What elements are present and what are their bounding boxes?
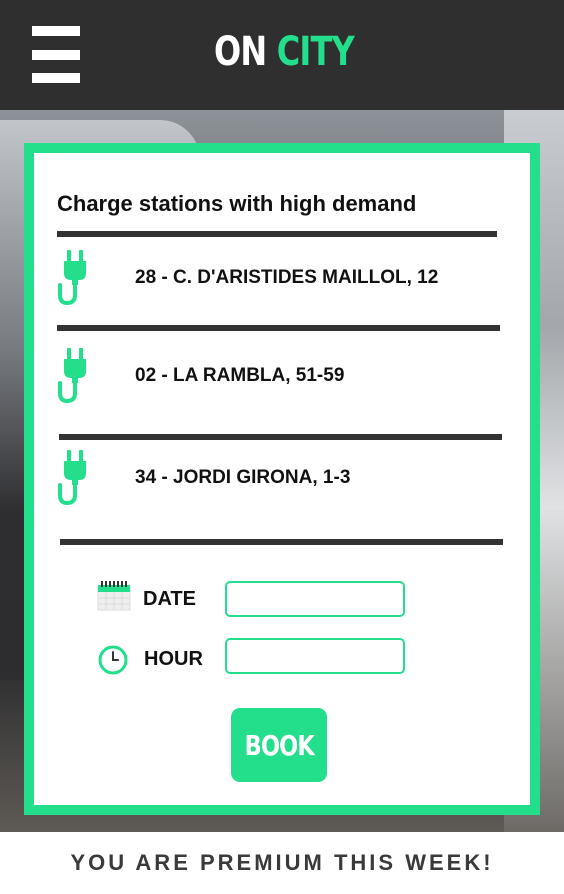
divider bbox=[60, 539, 503, 545]
station-label: 02 - LA RAMBLA, 51-59 bbox=[135, 365, 345, 386]
date-label: DATE bbox=[143, 588, 196, 610]
booking-card: Charge stations with high demand 28 - C.… bbox=[24, 143, 540, 815]
hamburger-menu-icon[interactable] bbox=[32, 26, 80, 84]
logo-city: CITY bbox=[276, 29, 355, 75]
divider bbox=[59, 434, 502, 440]
station-item[interactable]: 34 - JORDI GIRONA, 1-3 bbox=[34, 447, 530, 527]
date-field[interactable] bbox=[225, 581, 405, 617]
plug-icon bbox=[58, 348, 86, 404]
clock-icon bbox=[98, 645, 128, 675]
premium-banner: YOU ARE PREMIUM THIS WEEK! bbox=[0, 832, 564, 894]
top-bar: ON CITY bbox=[0, 0, 564, 110]
book-button[interactable]: BOOK bbox=[231, 708, 327, 782]
calendar-icon bbox=[97, 581, 131, 611]
station-label: 28 - C. D'ARISTIDES MAILLOL, 12 bbox=[135, 267, 439, 288]
station-label: 34 - JORDI GIRONA, 1-3 bbox=[135, 467, 351, 488]
plug-icon bbox=[58, 450, 86, 506]
app-logo: ON CITY bbox=[214, 29, 355, 75]
hour-label: HOUR bbox=[144, 648, 203, 670]
plug-icon bbox=[58, 250, 86, 306]
card-title: Charge stations with high demand bbox=[57, 191, 417, 216]
divider bbox=[57, 325, 500, 331]
station-item[interactable]: 28 - C. D'ARISTIDES MAILLOL, 12 bbox=[34, 247, 530, 327]
logo-on: ON bbox=[214, 29, 267, 75]
station-item[interactable]: 02 - LA RAMBLA, 51-59 bbox=[34, 345, 530, 425]
divider bbox=[57, 231, 497, 237]
book-button-label: BOOK bbox=[244, 728, 314, 762]
hour-field[interactable] bbox=[225, 638, 405, 674]
